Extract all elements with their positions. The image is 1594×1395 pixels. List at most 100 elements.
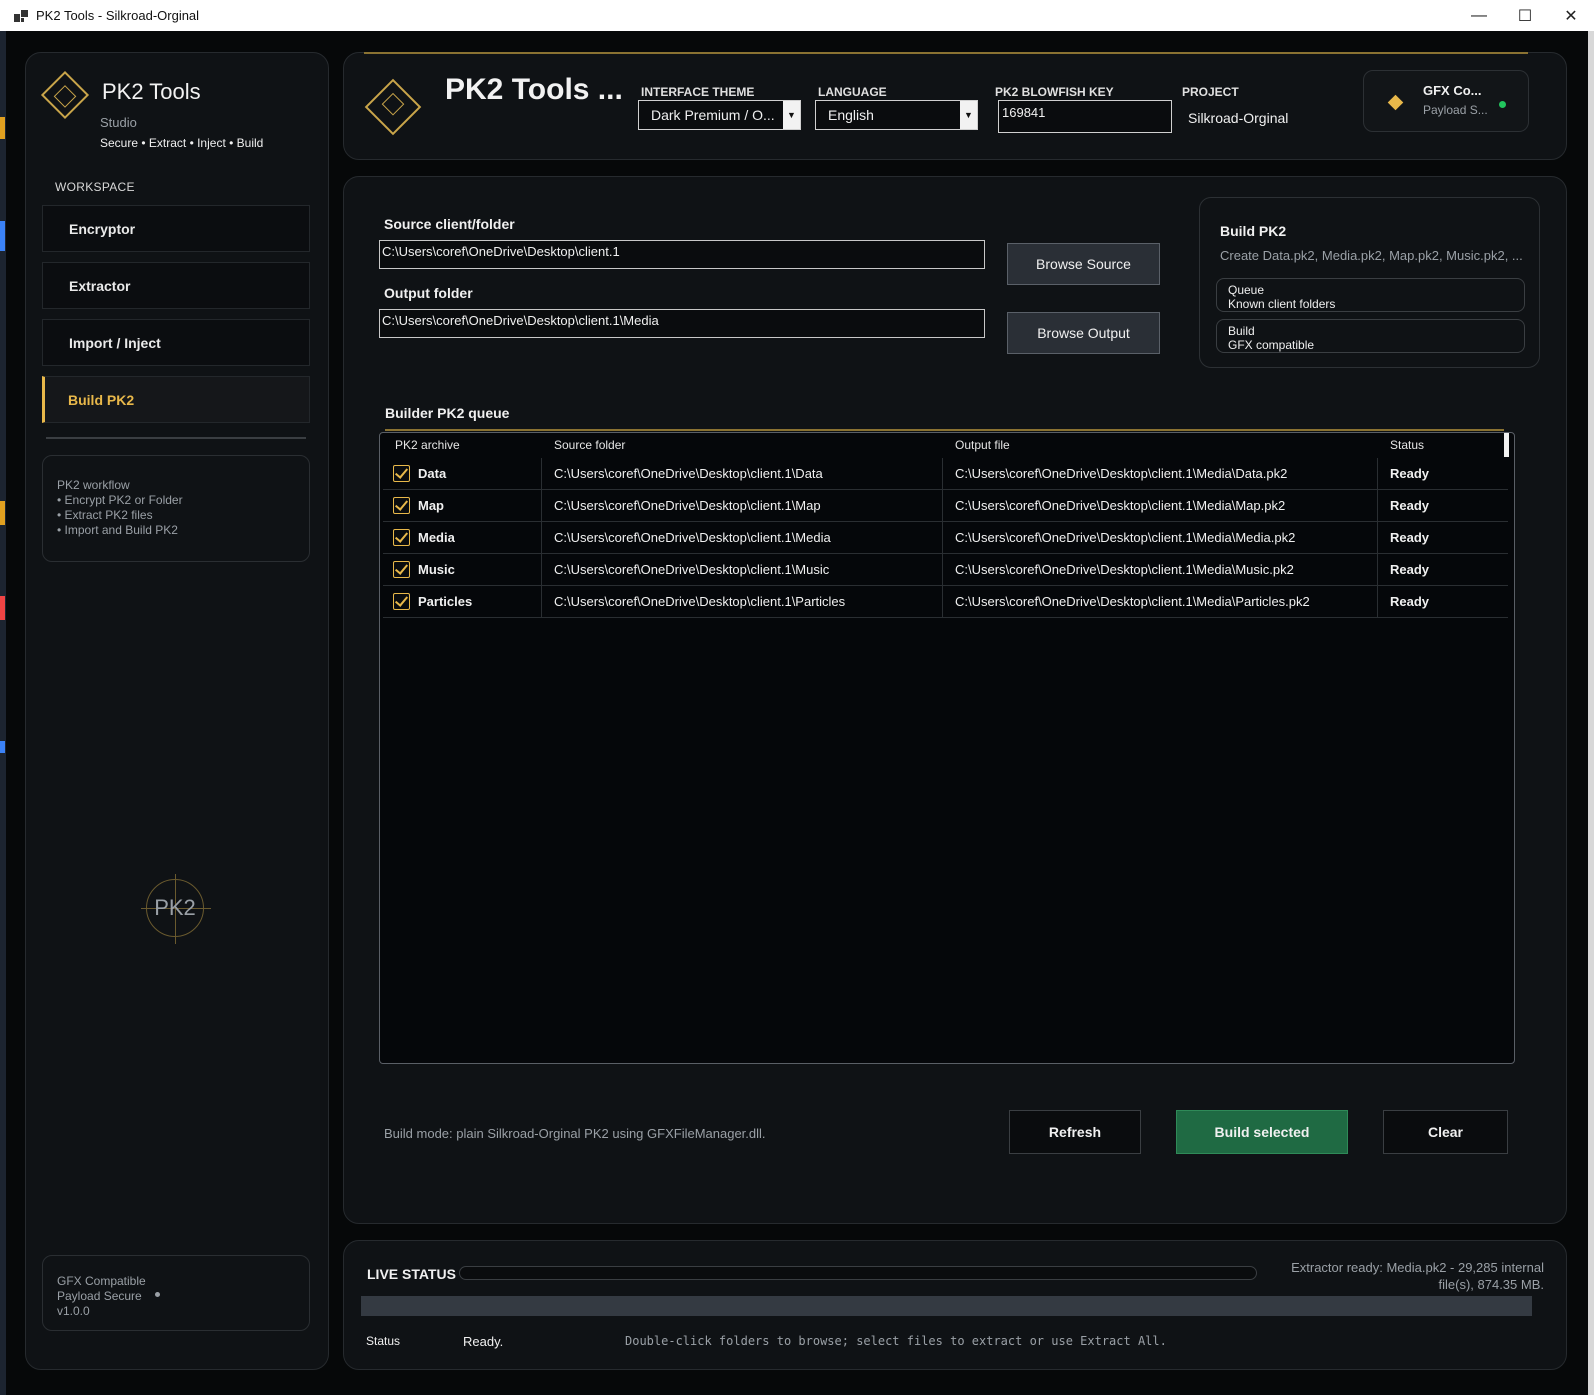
close-button[interactable]: ✕ <box>1548 0 1594 31</box>
header-bar: PK2 Tools ... INTERFACE THEME Dark Premi… <box>343 52 1567 160</box>
cell-source: C:\Users\coref\OneDrive\Desktop\client.1… <box>554 594 846 609</box>
clear-button[interactable]: Clear <box>1383 1110 1508 1154</box>
queue-table: PK2 archive Source folder Output file St… <box>379 432 1515 1064</box>
status-label: Status <box>366 1334 401 1348</box>
cell-output: C:\Users\coref\OneDrive\Desktop\client.1… <box>955 466 1288 481</box>
table-row[interactable]: Data C:\Users\coref\OneDrive\Desktop\cli… <box>383 458 1508 490</box>
theme-select[interactable]: Dark Premium / O... ▼ <box>638 100 801 130</box>
project-label: PROJECT <box>1182 85 1239 99</box>
workflow-step: • Import and Build PK2 <box>57 523 178 537</box>
column-status[interactable]: Status <box>1390 438 1424 452</box>
pill-sub: GFX compatible <box>1228 338 1315 352</box>
cell-output: C:\Users\coref\OneDrive\Desktop\client.1… <box>955 562 1294 577</box>
queue-pill: Queue Known client folders <box>1216 278 1525 312</box>
cell-output: C:\Users\coref\OneDrive\Desktop\client.1… <box>955 498 1286 513</box>
workflow-step: • Encrypt PK2 or Folder <box>57 493 183 507</box>
sidebar-item-build-pk2[interactable]: Build PK2 <box>42 376 310 423</box>
row-checkbox[interactable] <box>393 561 410 578</box>
footer-gfx: GFX Compatible <box>57 1274 146 1288</box>
table-row[interactable]: Map C:\Users\coref\OneDrive\Desktop\clie… <box>383 490 1508 522</box>
workflow-panel: PK2 workflow • Encrypt PK2 or Folder • E… <box>42 455 310 562</box>
language-label: LANGUAGE <box>818 85 887 99</box>
table-row[interactable]: Particles C:\Users\coref\OneDrive\Deskto… <box>383 586 1508 618</box>
chevron-down-icon[interactable]: ▼ <box>960 101 977 129</box>
footer-status-dot <box>155 1292 160 1297</box>
sidebar-app-name: PK2 Tools <box>102 79 201 104</box>
workspace-heading: WORKSPACE <box>55 180 135 194</box>
chevron-down-icon[interactable]: ▼ <box>783 101 800 129</box>
sidebar-subtitle: Studio <box>100 115 137 130</box>
gfx-title: GFX Co... <box>1423 83 1482 98</box>
sidebar-item-extractor[interactable]: Extractor <box>42 262 310 309</box>
language-select[interactable]: English ▼ <box>815 100 978 130</box>
table-row[interactable]: Media C:\Users\coref\OneDrive\Desktop\cl… <box>383 522 1508 554</box>
window-title: PK2 Tools - Silkroad-Orginal <box>36 8 200 23</box>
cell-status: Ready <box>1390 530 1430 545</box>
status-message: Extractor ready: Media.pk2 - 29,285 inte… <box>1291 1260 1544 1292</box>
table-row[interactable]: Music C:\Users\coref\OneDrive\Desktop\cl… <box>383 554 1508 586</box>
scrollbar[interactable] <box>1504 433 1509 457</box>
queue-title: Builder PK2 queue <box>385 405 510 421</box>
blowfish-key-label: PK2 BLOWFISH KEY <box>995 85 1114 99</box>
cell-status: Ready <box>1390 562 1430 577</box>
blowfish-key-input[interactable]: 169841 <box>998 100 1172 133</box>
sidebar-item-label: Encryptor <box>69 220 136 237</box>
row-checkbox[interactable] <box>393 465 410 482</box>
sidebar-divider <box>46 437 306 439</box>
online-dot-icon <box>1499 101 1506 108</box>
cell-source: C:\Users\coref\OneDrive\Desktop\client.1… <box>554 562 830 577</box>
live-status-title: LIVE STATUS <box>367 1266 456 1282</box>
cell-archive: Media <box>418 530 455 545</box>
table-header: PK2 archive Source folder Output file St… <box>380 433 1514 457</box>
sidebar-footer: GFX Compatible Payload Secure v1.0.0 <box>42 1255 310 1331</box>
cell-status: Ready <box>1390 498 1430 513</box>
maximize-button[interactable]: ☐ <box>1502 0 1548 31</box>
build-mode-text: Build mode: plain Silkroad-Orginal PK2 u… <box>384 1126 766 1141</box>
window-right-border <box>1588 31 1594 1395</box>
workflow-title: PK2 workflow <box>57 478 130 492</box>
browse-output-button[interactable]: Browse Output <box>1007 312 1160 354</box>
source-path-input[interactable]: C:\Users\coref\OneDrive\Desktop\client.1 <box>379 240 985 269</box>
pk2-crosshair-logo: PK2 <box>141 874 211 944</box>
cell-archive: Music <box>418 562 455 577</box>
pill-sub: Known client folders <box>1228 297 1336 311</box>
cell-source: C:\Users\coref\OneDrive\Desktop\client.1… <box>554 498 821 513</box>
footer-version: v1.0.0 <box>57 1304 90 1318</box>
cell-status: Ready <box>1390 466 1430 481</box>
window-titlebar[interactable]: PK2 Tools - Silkroad-Orginal — ☐ ✕ <box>0 0 1594 31</box>
output-path-input[interactable]: C:\Users\coref\OneDrive\Desktop\client.1… <box>379 309 985 338</box>
cell-status: Ready <box>1390 594 1430 609</box>
sidebar-item-label: Extractor <box>69 277 131 294</box>
project-value: Silkroad-Orginal <box>1188 110 1289 126</box>
row-checkbox[interactable] <box>393 529 410 546</box>
pill-title: Queue <box>1228 283 1265 297</box>
build-info-card: Build PK2 Create Data.pk2, Media.pk2, Ma… <box>1199 197 1540 368</box>
build-card-subtitle: Create Data.pk2, Media.pk2, Map.pk2, Mus… <box>1220 248 1523 263</box>
pill-title: Build <box>1228 324 1255 338</box>
sidebar-item-label: Build PK2 <box>68 391 135 408</box>
language-value: English <box>828 107 874 123</box>
minimize-button[interactable]: — <box>1456 0 1502 31</box>
diamond-icon <box>1387 94 1404 111</box>
sidebar: PK2 Tools Studio Secure • Extract • Inje… <box>25 52 329 1370</box>
column-archive[interactable]: PK2 archive <box>395 438 460 452</box>
status-hint: Double-click folders to browse; select f… <box>625 1334 1167 1348</box>
column-output[interactable]: Output file <box>955 438 1010 452</box>
cell-archive: Particles <box>418 594 473 609</box>
sidebar-item-encryptor[interactable]: Encryptor <box>42 205 310 252</box>
row-checkbox[interactable] <box>393 497 410 514</box>
cell-archive: Data <box>418 466 447 481</box>
cell-output: C:\Users\coref\OneDrive\Desktop\client.1… <box>955 594 1310 609</box>
gfx-status-badge: GFX Co... Payload S... <box>1363 70 1529 132</box>
refresh-button[interactable]: Refresh <box>1009 1110 1141 1154</box>
column-source[interactable]: Source folder <box>554 438 625 452</box>
build-card-title: Build PK2 <box>1220 223 1287 239</box>
theme-label: INTERFACE THEME <box>641 85 755 99</box>
browse-source-button[interactable]: Browse Source <box>1007 243 1160 285</box>
cell-output: C:\Users\coref\OneDrive\Desktop\client.1… <box>955 530 1296 545</box>
header-logo-icon <box>364 78 422 136</box>
build-selected-button[interactable]: Build selected <box>1176 1110 1348 1154</box>
cell-archive: Map <box>418 498 444 513</box>
row-checkbox[interactable] <box>393 593 410 610</box>
sidebar-item-import-inject[interactable]: Import / Inject <box>42 319 310 366</box>
